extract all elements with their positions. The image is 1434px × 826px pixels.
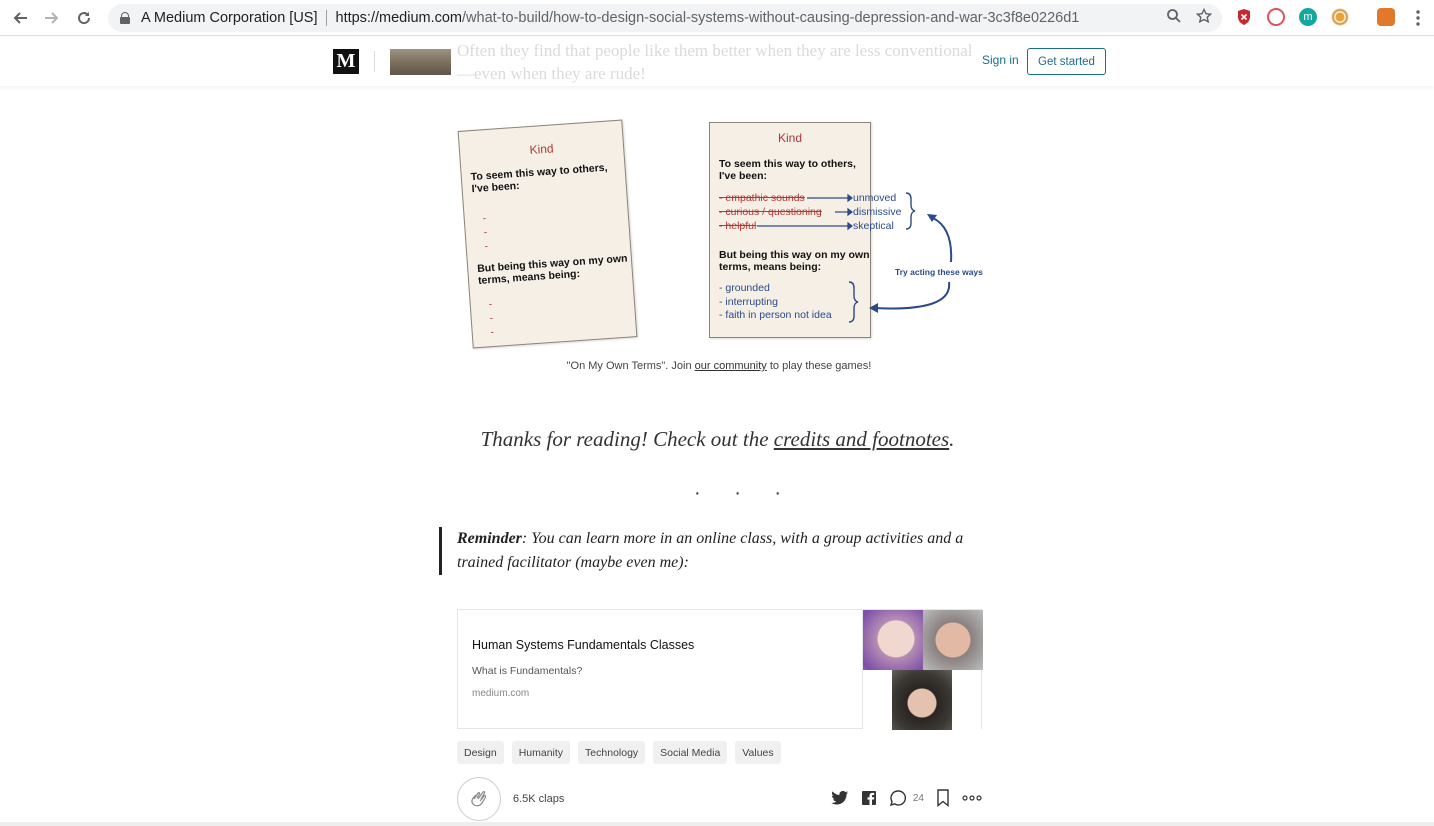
embed-title: Human Systems Fundamentals Classes <box>472 638 695 652</box>
tag-list: Design Humanity Technology Social Media … <box>457 741 781 764</box>
reminder-text: : You can learn more in an online class,… <box>457 530 964 571</box>
fox-extension-icon[interactable] <box>1377 8 1395 26</box>
embed-host: medium.com <box>472 688 530 699</box>
twitter-icon[interactable] <box>831 790 849 806</box>
site-header: Often they find that people like them be… <box>0 37 1434 86</box>
share-actions: 24 <box>831 789 982 807</box>
ghost-line-2: —even when they are rude! <box>457 64 646 83</box>
article-figure: Kind To seem this way to others, I've be… <box>455 110 985 360</box>
facilitator-photo-2 <box>923 610 983 670</box>
facilitator-photo-1 <box>863 610 923 670</box>
clap-button[interactable] <box>457 777 501 821</box>
tag-values[interactable]: Values <box>735 741 781 764</box>
shield-extension-icon[interactable] <box>1236 8 1254 26</box>
page-bottom-edge <box>0 822 1434 826</box>
zoom-icon[interactable] <box>1166 8 1182 24</box>
article-footer-bar: 6.5K claps 24 <box>457 777 987 823</box>
tag-humanity[interactable]: Humanity <box>511 741 571 764</box>
reminder-bold: Reminder <box>457 530 522 547</box>
response-count[interactable]: 24 <box>913 793 924 804</box>
blocker-extension-icon[interactable] <box>1267 8 1285 26</box>
embed-subtitle: What is Fundamentals? <box>472 665 583 677</box>
browser-toolbar: A Medium Corporation [US] https://medium… <box>0 0 1434 36</box>
facebook-icon[interactable] <box>861 790 877 806</box>
url-path: /what-to-build/how-to-design-social-syst… <box>462 10 1080 26</box>
caption-text-pre: "On My Own Terms". Join <box>566 360 695 372</box>
response-icon[interactable] <box>889 789 907 807</box>
section-separator: · · · <box>694 482 796 504</box>
more-options-icon[interactable] <box>962 795 982 801</box>
publication-logo[interactable] <box>390 49 451 75</box>
facilitator-photo-3 <box>892 670 952 730</box>
header-divider <box>374 51 375 72</box>
tag-design[interactable]: Design <box>457 741 504 764</box>
ghost-line-1: Often they find that people like them be… <box>457 41 973 60</box>
forward-arrow-icon[interactable] <box>36 2 68 34</box>
bookmark-star-icon[interactable] <box>1196 8 1212 24</box>
tag-technology[interactable]: Technology <box>578 741 646 764</box>
figure-arrows <box>757 192 953 323</box>
get-started-button[interactable]: Get started <box>1027 48 1106 75</box>
address-separator <box>325 10 327 26</box>
scrolled-text-behind-header: Often they find that people like them be… <box>457 39 977 85</box>
credits-footnotes-link[interactable]: credits and footnotes <box>774 427 949 451</box>
figure-caption: "On My Own Terms". Join our community to… <box>439 360 999 372</box>
url-host: https://medium.com <box>335 10 463 26</box>
reminder-blockquote: Reminder: You can learn more in an onlin… <box>439 527 985 575</box>
thanks-post: . <box>949 427 955 451</box>
medium-logo[interactable]: M <box>333 49 359 74</box>
back-arrow-icon[interactable] <box>4 2 36 34</box>
bookmark-icon[interactable] <box>936 789 950 807</box>
m-extension-icon[interactable]: m <box>1299 8 1317 26</box>
thanks-paragraph: Thanks for reading! Check out the credit… <box>440 427 995 452</box>
embed-thumbnail <box>862 610 983 730</box>
tag-social-media[interactable]: Social Media <box>653 741 728 764</box>
address-bar[interactable]: A Medium Corporation [US] https://medium… <box>108 4 1222 32</box>
lock-icon <box>120 12 130 24</box>
clap-count[interactable]: 6.5K claps <box>513 793 564 805</box>
wheel-extension-icon[interactable] <box>1331 8 1349 26</box>
sign-in-link[interactable]: Sign in <box>982 53 1019 67</box>
community-link[interactable]: our community <box>695 360 767 372</box>
site-identity: A Medium Corporation [US] <box>141 10 318 26</box>
caption-text-post: to play these games! <box>766 360 872 372</box>
clap-icon <box>471 790 487 807</box>
thanks-pre: Thanks for reading! Check out the <box>480 427 774 451</box>
embed-card[interactable]: Human Systems Fundamentals Classes What … <box>457 609 983 730</box>
menu-kebab-icon[interactable] <box>1412 9 1424 27</box>
reload-icon[interactable] <box>68 2 100 34</box>
